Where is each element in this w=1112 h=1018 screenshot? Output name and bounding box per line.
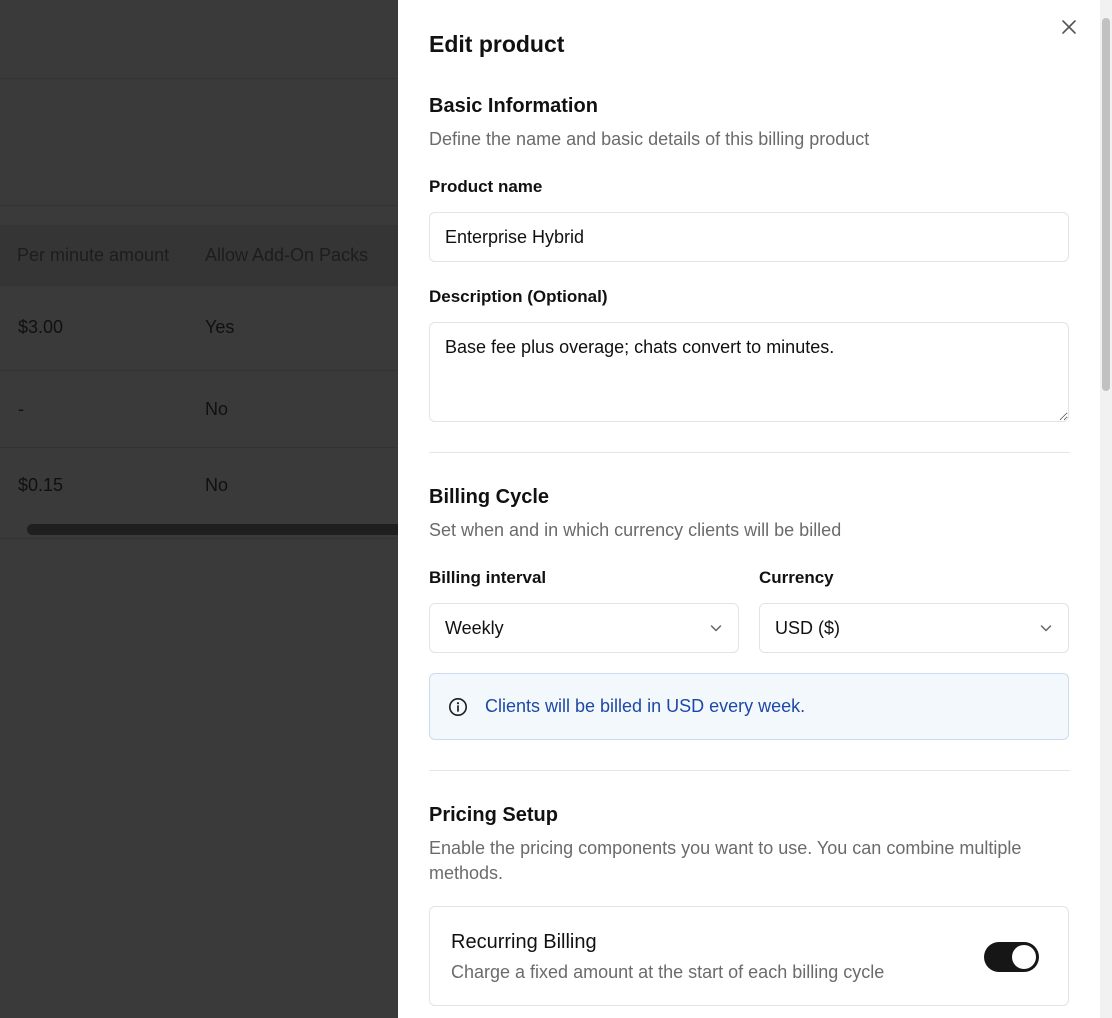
billing-interval-label: Billing interval xyxy=(429,568,547,587)
section-subtitle-billing-cycle: Set when and in which currency clients w… xyxy=(429,520,842,540)
backdrop-divider xyxy=(0,285,398,286)
billing-interval-select[interactable]: Weekly xyxy=(429,603,739,653)
billing-interval-value: Weekly xyxy=(445,617,504,638)
vertical-scrollbar[interactable] xyxy=(1100,0,1112,1018)
edit-product-sheet: Edit product Basic Information Define th… xyxy=(398,0,1112,1018)
column-header-per-minute-amount: Per minute amount xyxy=(17,245,170,265)
table-cell: $3.00 xyxy=(18,317,64,337)
description-textarea[interactable]: Base fee plus overage; chats convert to … xyxy=(429,322,1069,422)
pricing-subtitle-line1: Enable the pricing components you want t… xyxy=(429,838,1022,858)
section-divider xyxy=(429,770,1070,771)
description-label: Description (Optional) xyxy=(429,287,608,306)
recurring-billing-subtitle: Charge a fixed amount at the start of ea… xyxy=(451,962,885,982)
recurring-billing-title: Recurring Billing xyxy=(451,931,597,953)
backdrop-divider xyxy=(0,447,398,448)
section-title-basic-information: Basic Information xyxy=(429,95,598,117)
info-icon xyxy=(447,696,469,718)
table-cell: No xyxy=(205,399,229,419)
recurring-billing-card: Recurring Billing Charge a fixed amount … xyxy=(429,906,1069,1006)
billing-info-callout: Clients will be billed in USD every week… xyxy=(429,673,1069,740)
chevron-down-icon xyxy=(1039,621,1053,635)
backdrop-overlay[interactable]: Per minute amount Allow Add-On Packs $3.… xyxy=(0,0,398,1018)
close-icon xyxy=(1062,20,1076,34)
table-cell: Yes xyxy=(205,317,235,337)
backdrop-horizontal-scrollbar xyxy=(27,524,398,535)
product-name-label: Product name xyxy=(429,177,543,196)
close-button[interactable] xyxy=(1058,16,1080,38)
pricing-subtitle-line2: methods. xyxy=(429,863,504,883)
section-title-billing-cycle: Billing Cycle xyxy=(429,486,550,508)
currency-select[interactable]: USD ($) xyxy=(759,603,1069,653)
section-subtitle-pricing-setup: Enable the pricing components you want t… xyxy=(429,836,1021,886)
billing-info-text: Clients will be billed in USD every week… xyxy=(485,696,806,716)
chevron-down-icon xyxy=(709,621,723,635)
backdrop-table-header: Per minute amount Allow Add-On Packs xyxy=(0,225,398,285)
product-name-input[interactable] xyxy=(429,212,1069,262)
scrollbar-thumb[interactable] xyxy=(1102,18,1110,391)
table-cell: No xyxy=(205,475,229,495)
section-title-pricing-setup: Pricing Setup xyxy=(429,804,558,826)
section-divider xyxy=(429,452,1070,453)
column-header-allow-add-on-packs: Allow Add-On Packs xyxy=(205,245,369,265)
backdrop-divider xyxy=(0,205,398,206)
recurring-billing-toggle[interactable] xyxy=(984,942,1039,972)
sheet-title: Edit product xyxy=(429,31,565,57)
toggle-knob xyxy=(1012,945,1036,969)
backdrop-divider xyxy=(0,78,398,79)
currency-value: USD ($) xyxy=(775,617,841,638)
backdrop-divider xyxy=(0,370,398,371)
backdrop-divider xyxy=(0,538,398,539)
table-cell: - xyxy=(18,399,24,419)
table-cell: $0.15 xyxy=(18,475,64,495)
section-subtitle-basic-information: Define the name and basic details of thi… xyxy=(429,129,870,149)
currency-label: Currency xyxy=(759,568,834,587)
